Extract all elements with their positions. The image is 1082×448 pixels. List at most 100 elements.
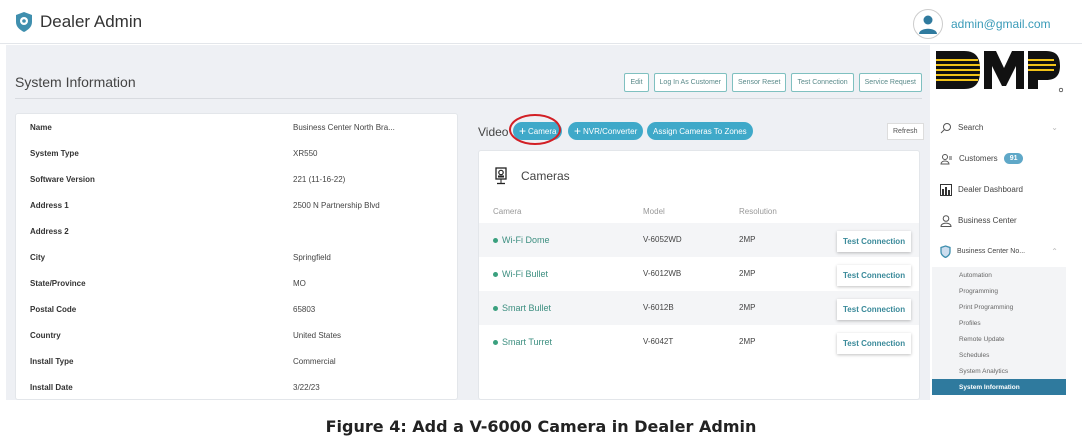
info-label: Install Date — [30, 383, 73, 392]
service-request-button[interactable]: Service Request — [858, 73, 922, 92]
camera-model: V-6012WB — [643, 269, 682, 278]
info-value: United States — [293, 331, 342, 340]
figure-caption: Figure 4: Add a V-6000 Camera in Dealer … — [325, 417, 757, 436]
person-icon — [940, 214, 952, 227]
sidebar-item-business-center[interactable]: Business Center — [932, 205, 1066, 236]
sidebar-subitem[interactable]: Print Programming — [932, 299, 1066, 315]
info-row: Install Date 3/22/23 — [16, 374, 457, 400]
sidebar-label-business-center: Business Center — [958, 216, 1017, 225]
sidebar-subitem[interactable]: Automation — [932, 267, 1066, 283]
sidebar-subitem[interactable]: Schedules — [932, 347, 1066, 363]
info-label: System Type — [30, 149, 79, 158]
search-icon — [940, 122, 951, 133]
test-connection-button[interactable]: Test Connection — [837, 299, 912, 320]
camera-name-link[interactable]: Smart Bullet — [493, 303, 551, 313]
camera-resolution: 2MP — [739, 269, 756, 278]
avatar — [913, 9, 943, 39]
user-menu[interactable]: admin@gmail.com — [913, 9, 1051, 39]
sidebar-label-search: Search — [958, 123, 984, 132]
video-label: Video — [478, 125, 509, 139]
sensor-reset-button[interactable]: Sensor Reset — [732, 73, 787, 92]
camera-resolution: 2MP — [739, 303, 756, 312]
customers-icon — [940, 153, 952, 164]
chevron-down-icon: ⌄ — [1051, 123, 1058, 132]
edit-button[interactable]: Edit — [624, 73, 649, 92]
camera-resolution: 2MP — [739, 235, 756, 244]
sidebar-subitem[interactable]: Profiles — [932, 315, 1066, 331]
sidebar-label-customers: Customers — [959, 154, 998, 163]
cameras-title: Cameras — [521, 169, 570, 183]
camera-name: Wi-Fi Bullet — [502, 269, 549, 279]
camera-row: Wi-Fi Bullet V-6012WB 2MP Test Connection — [479, 257, 919, 291]
sidebar-item-customers[interactable]: Customers 91 — [932, 143, 1066, 174]
camera-name-link[interactable]: Wi-Fi Dome — [493, 235, 550, 245]
info-row: State/Province MO — [16, 270, 457, 296]
column-header-resolution: Resolution — [739, 207, 777, 216]
camera-model: V-6042T — [643, 337, 674, 346]
info-label: State/Province — [30, 279, 86, 288]
system-info-card: Name Business Center North Bra... System T… — [15, 113, 458, 400]
camera-name: Wi-Fi Dome — [502, 235, 550, 245]
sidebar-item-dealer-dashboard[interactable]: Dealer Dashboard — [932, 174, 1066, 205]
column-header-model: Model — [643, 207, 665, 216]
chevron-up-icon: ⌃ — [1051, 247, 1058, 256]
info-row: Postal Code 65803 — [16, 296, 457, 322]
add-nvr-button[interactable]: + NVR/Converter — [568, 122, 644, 140]
info-label: Address 2 — [30, 227, 69, 236]
sidebar-subitem[interactable]: System Information — [932, 379, 1066, 395]
camera-row: Smart Turret V-6042T 2MP Test Connection — [479, 325, 919, 359]
status-dot-icon — [493, 306, 498, 312]
info-value: XR550 — [293, 149, 318, 158]
test-connection-button[interactable]: Test Connection — [837, 265, 912, 286]
page-actions: Edit Log In As Customer Sensor Reset Tes… — [624, 73, 922, 92]
page-title: System Information — [15, 74, 136, 90]
top-header: Dealer Admin admin@gmail.com — [0, 0, 1082, 44]
dashboard-icon — [940, 183, 952, 196]
sidebar-item-search[interactable]: Search ⌄ — [932, 112, 1066, 143]
camera-model: V-6012B — [643, 303, 674, 312]
info-value: Business Center North Bra... — [293, 123, 395, 132]
column-header-camera: Camera — [493, 207, 522, 216]
shield-icon — [940, 245, 951, 258]
info-value: 221 (11-16-22) — [293, 175, 346, 184]
info-row: Country United States — [16, 322, 457, 348]
info-row: Name Business Center North Bra... — [16, 114, 457, 140]
camera-name-link[interactable]: Smart Turret — [493, 337, 552, 347]
info-label: Country — [30, 331, 61, 340]
sidebar-item-current-system[interactable]: Business Center No... ⌃ — [932, 236, 1066, 267]
camera-icon — [495, 167, 507, 185]
info-value: 65803 — [293, 305, 316, 314]
info-label: Software Version — [30, 175, 95, 184]
divider — [15, 98, 922, 99]
add-nvr-label: NVR/Converter — [583, 126, 638, 136]
assign-cameras-button[interactable]: Assign Cameras To Zones — [647, 122, 753, 140]
status-dot-icon — [493, 340, 498, 346]
info-label: Install Type — [30, 357, 74, 366]
camera-name-link[interactable]: Wi-Fi Bullet — [493, 269, 548, 279]
info-row: City Springfield — [16, 244, 457, 270]
app-logo[interactable]: Dealer Admin — [14, 11, 142, 33]
sidebar-subitem[interactable]: System Analytics — [932, 363, 1066, 379]
camera-name: Smart Turret — [502, 337, 553, 347]
info-row: Software Version 221 (11-16-22) — [16, 166, 457, 192]
camera-resolution: 2MP — [739, 337, 756, 346]
info-value: MO — [293, 279, 306, 288]
camera-row: Wi-Fi Dome V-6052WD 2MP Test Connection — [479, 223, 919, 257]
sidebar-subitem[interactable]: Programming — [932, 283, 1066, 299]
sidebar-subitem[interactable]: Remote Update — [932, 331, 1066, 347]
test-connection-button[interactable]: Test Connection — [837, 333, 912, 354]
test-connection-button[interactable]: Test Connection — [837, 231, 912, 252]
info-row: System Type XR550 — [16, 140, 457, 166]
app-name: Dealer Admin — [40, 12, 143, 31]
info-row: Address 2 — [16, 218, 457, 244]
status-dot-icon — [493, 238, 498, 244]
refresh-button[interactable]: Refresh — [887, 123, 924, 140]
log-in-as-customer-button[interactable]: Log In As Customer — [653, 73, 728, 92]
user-icon — [919, 15, 937, 34]
status-dot-icon — [493, 272, 498, 278]
sidebar-label-dashboard: Dealer Dashboard — [958, 185, 1023, 194]
info-row: Install Type Commercial — [16, 348, 457, 374]
system-submenu: Automation Programming Print Programming Pr… — [932, 267, 1066, 395]
info-value: 2500 N Partnership Blvd — [293, 201, 380, 210]
test-connection-button[interactable]: Test Connection — [791, 73, 854, 92]
